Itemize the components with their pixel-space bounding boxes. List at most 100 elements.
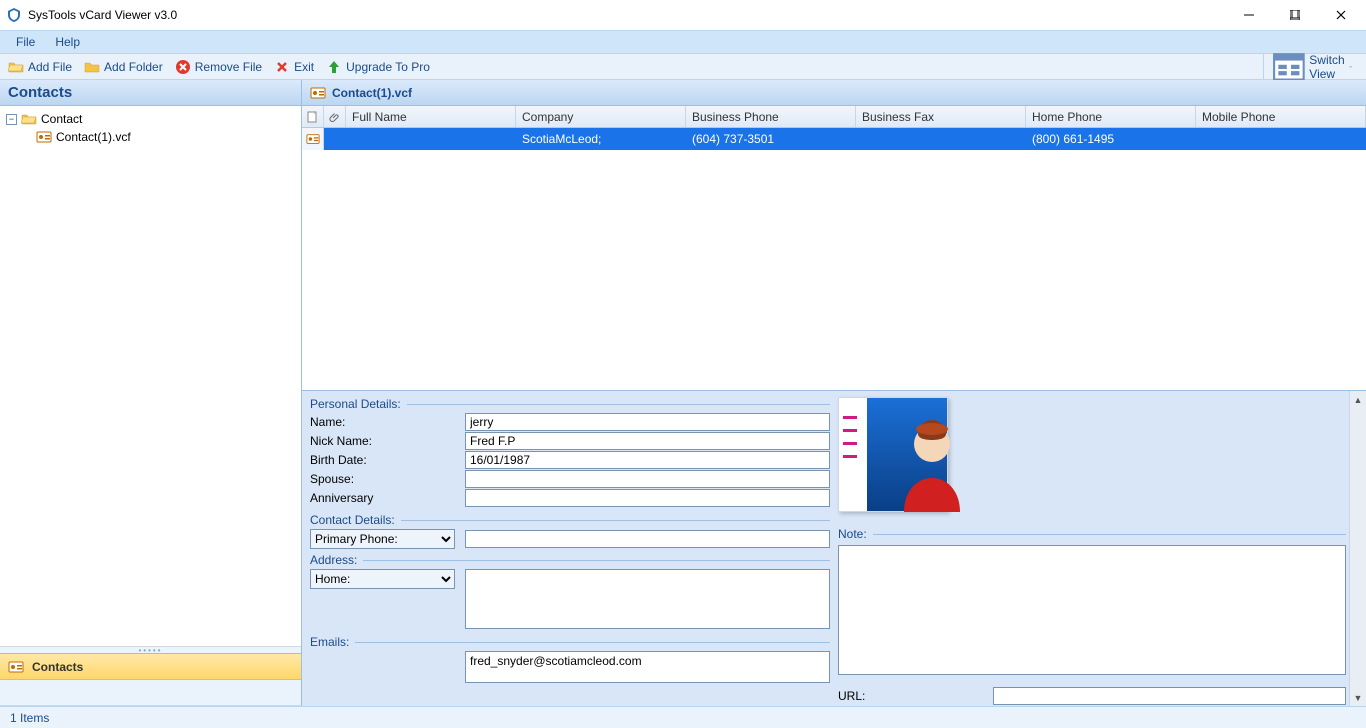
exit-button[interactable]: Exit — [268, 57, 320, 77]
section-emails: Emails: — [310, 635, 349, 649]
statusbar: 1 Items — [0, 706, 1366, 728]
col-mobile-phone[interactable]: Mobile Phone — [1196, 106, 1366, 127]
col-business-fax[interactable]: Business Fax — [856, 106, 1026, 127]
col-icon[interactable] — [302, 106, 324, 127]
scroll-up-icon[interactable]: ▲ — [1350, 391, 1366, 408]
remove-file-button[interactable]: Remove File — [169, 57, 268, 77]
main-header: Contact(1).vcf — [302, 80, 1366, 106]
folder-open-icon — [21, 111, 37, 127]
row-business-phone: (604) 737-3501 — [686, 128, 856, 150]
toolbar: Add File Add Folder Remove File Exit Upg… — [0, 54, 1366, 80]
folder-open-icon — [8, 59, 24, 75]
row-full-name — [346, 128, 516, 150]
table-row[interactable]: ScotiaMcLeod; (604) 737-3501 (800) 661-1… — [302, 128, 1366, 150]
paperclip-icon — [329, 111, 341, 123]
row-home-phone: (800) 661-1495 — [1026, 128, 1196, 150]
add-file-label: Add File — [28, 60, 72, 74]
primary-phone-select[interactable]: Primary Phone: — [310, 529, 455, 549]
titlebar: SysTools vCard Viewer v3.0 — [0, 0, 1366, 30]
grid-empty-area — [302, 150, 1366, 390]
add-file-button[interactable]: Add File — [2, 57, 78, 77]
tree-item[interactable]: Contact(1).vcf — [2, 128, 299, 146]
nav-pad — [0, 680, 301, 706]
row-attachment — [324, 128, 346, 150]
anniv-label: Anniversary — [310, 491, 465, 505]
section-personal: Personal Details: — [310, 397, 401, 411]
section-address: Address: — [310, 553, 357, 567]
remove-icon — [175, 59, 191, 75]
nav-contacts[interactable]: Contacts — [0, 654, 301, 680]
sidebar-header: Contacts — [0, 80, 301, 106]
window-title: SysTools vCard Viewer v3.0 — [28, 8, 177, 22]
nick-field[interactable] — [465, 432, 830, 450]
section-note: Note: — [838, 527, 867, 541]
chevron-down-icon — [1349, 63, 1352, 71]
page-icon — [307, 111, 319, 123]
nav-contacts-label: Contacts — [32, 660, 83, 674]
tree-root-label: Contact — [41, 112, 82, 126]
exit-icon — [274, 59, 290, 75]
minimize-button[interactable] — [1226, 0, 1272, 30]
col-business-phone[interactable]: Business Phone — [686, 106, 856, 127]
upgrade-button[interactable]: Upgrade To Pro — [320, 57, 436, 77]
contact-photo — [838, 397, 948, 512]
grid-body: ScotiaMcLeod; (604) 737-3501 (800) 661-1… — [302, 128, 1366, 150]
main: Contact(1).vcf Full Name Company Busines… — [302, 80, 1366, 706]
person-icon — [889, 412, 975, 512]
vcard-icon — [36, 129, 52, 145]
main-header-title: Contact(1).vcf — [332, 86, 412, 100]
switch-view-dropdown[interactable]: Switch View — [1263, 54, 1360, 79]
contacts-icon — [8, 659, 24, 675]
url-label: URL: — [838, 689, 993, 703]
grid-header: Full Name Company Business Phone Busines… — [302, 106, 1366, 128]
folder-icon — [84, 59, 100, 75]
remove-file-label: Remove File — [195, 60, 262, 74]
col-home-phone[interactable]: Home Phone — [1026, 106, 1196, 127]
address-field[interactable] — [465, 569, 830, 629]
add-folder-label: Add Folder — [104, 60, 163, 74]
row-icon — [302, 128, 324, 150]
vcard-icon — [310, 85, 326, 101]
scroll-down-icon[interactable]: ▼ — [1350, 689, 1366, 706]
col-attachment[interactable] — [324, 106, 346, 127]
close-button[interactable] — [1318, 0, 1364, 30]
add-folder-button[interactable]: Add Folder — [78, 57, 169, 77]
vcard-icon — [306, 132, 320, 146]
tree-item-label: Contact(1).vcf — [56, 130, 131, 144]
birth-label: Birth Date: — [310, 453, 465, 467]
tree-root[interactable]: − Contact — [2, 110, 299, 128]
birth-field[interactable] — [465, 451, 830, 469]
name-label: Name: — [310, 415, 465, 429]
collapse-icon[interactable]: − — [6, 114, 17, 125]
address-type-select[interactable]: Home: — [310, 569, 455, 589]
col-full-name[interactable]: Full Name — [346, 106, 516, 127]
upgrade-label: Upgrade To Pro — [346, 60, 430, 74]
url-field[interactable] — [993, 687, 1346, 705]
note-field[interactable] — [838, 545, 1346, 675]
tree[interactable]: − Contact Contact(1).vcf — [0, 106, 301, 647]
section-contact: Contact Details: — [310, 513, 395, 527]
exit-label: Exit — [294, 60, 314, 74]
primary-phone-field[interactable] — [465, 530, 830, 548]
app-icon — [6, 7, 22, 23]
status-items: 1 Items — [10, 711, 49, 725]
row-company: ScotiaMcLeod; — [516, 128, 686, 150]
sidebar: Contacts − Contact Contact(1).vcf ••••• … — [0, 80, 302, 706]
details-pane: Personal Details: Name: Nick Name: Birth… — [302, 390, 1366, 706]
details-scrollbar[interactable]: ▲ ▼ — [1349, 391, 1366, 706]
nav-group: Contacts — [0, 653, 301, 706]
anniv-field[interactable] — [465, 489, 830, 507]
menu-help[interactable]: Help — [45, 33, 90, 51]
body: Contacts − Contact Contact(1).vcf ••••• … — [0, 80, 1366, 706]
emails-field[interactable] — [465, 651, 830, 683]
spouse-field[interactable] — [465, 470, 830, 488]
switch-view-label: Switch View — [1309, 53, 1344, 81]
maximize-button[interactable] — [1272, 0, 1318, 30]
spouse-label: Spouse: — [310, 472, 465, 486]
row-mobile-phone — [1196, 128, 1366, 150]
upgrade-icon — [326, 59, 342, 75]
menu-file[interactable]: File — [6, 33, 45, 51]
name-field[interactable] — [465, 413, 830, 431]
switch-view-icon — [1272, 50, 1306, 84]
col-company[interactable]: Company — [516, 106, 686, 127]
